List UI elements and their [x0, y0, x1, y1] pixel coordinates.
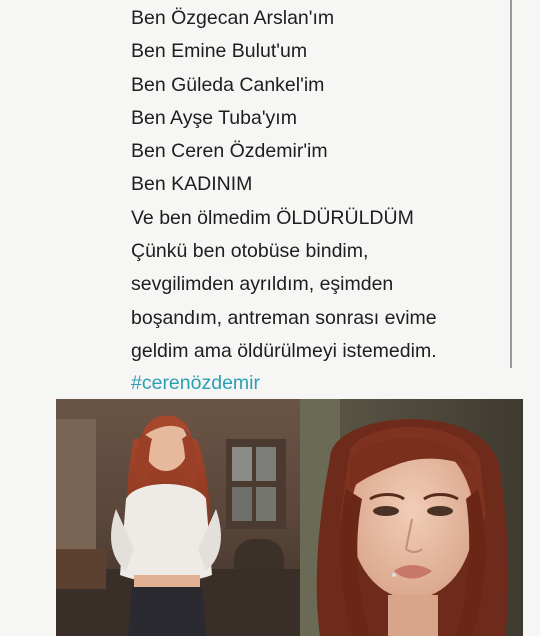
post-screenshot: Ben Özgecan Arslan'ım Ben Emine Bulut'um…: [0, 0, 540, 636]
portrait-woman-illustration: [300, 399, 523, 636]
portrait-woman-photo: [300, 399, 523, 636]
poem-line-2: Ben Emine Bulut'um: [131, 40, 308, 63]
poem-line-1: Ben Özgecan Arslan'ım: [131, 7, 335, 29]
photo-collage: [56, 399, 523, 636]
standing-woman-photo: [56, 399, 300, 636]
poem-line-7: Ve ben ölmedim ÖLDÜRÜLDÜM: [131, 206, 414, 229]
poem-line-6: Ben KADINIM: [131, 173, 253, 196]
poem-line-9: sevgilimden ayrıldım, eşimden: [131, 273, 394, 296]
poem-line-3: Ben Güleda Cankel'im: [131, 73, 325, 96]
poem-line-10: boşandım, antreman sonrası evime: [131, 306, 437, 329]
hashtag-link[interactable]: #cerenözdemir: [131, 368, 511, 398]
standing-woman-illustration: [56, 399, 300, 636]
poem-text-block: Ben Özgecan Arslan'ım Ben Emine Bulut'um…: [131, 2, 511, 398]
poem-line-8: Çünkü ben otobüse bindim,: [131, 240, 369, 263]
poem-line-4: Ben Ayşe Tuba'yım: [131, 106, 297, 129]
poem-line-11: geldim ama öldürülmeyi istemedim.: [131, 339, 437, 362]
poem-line-5: Ben Ceren Özdemir'im: [131, 140, 328, 163]
